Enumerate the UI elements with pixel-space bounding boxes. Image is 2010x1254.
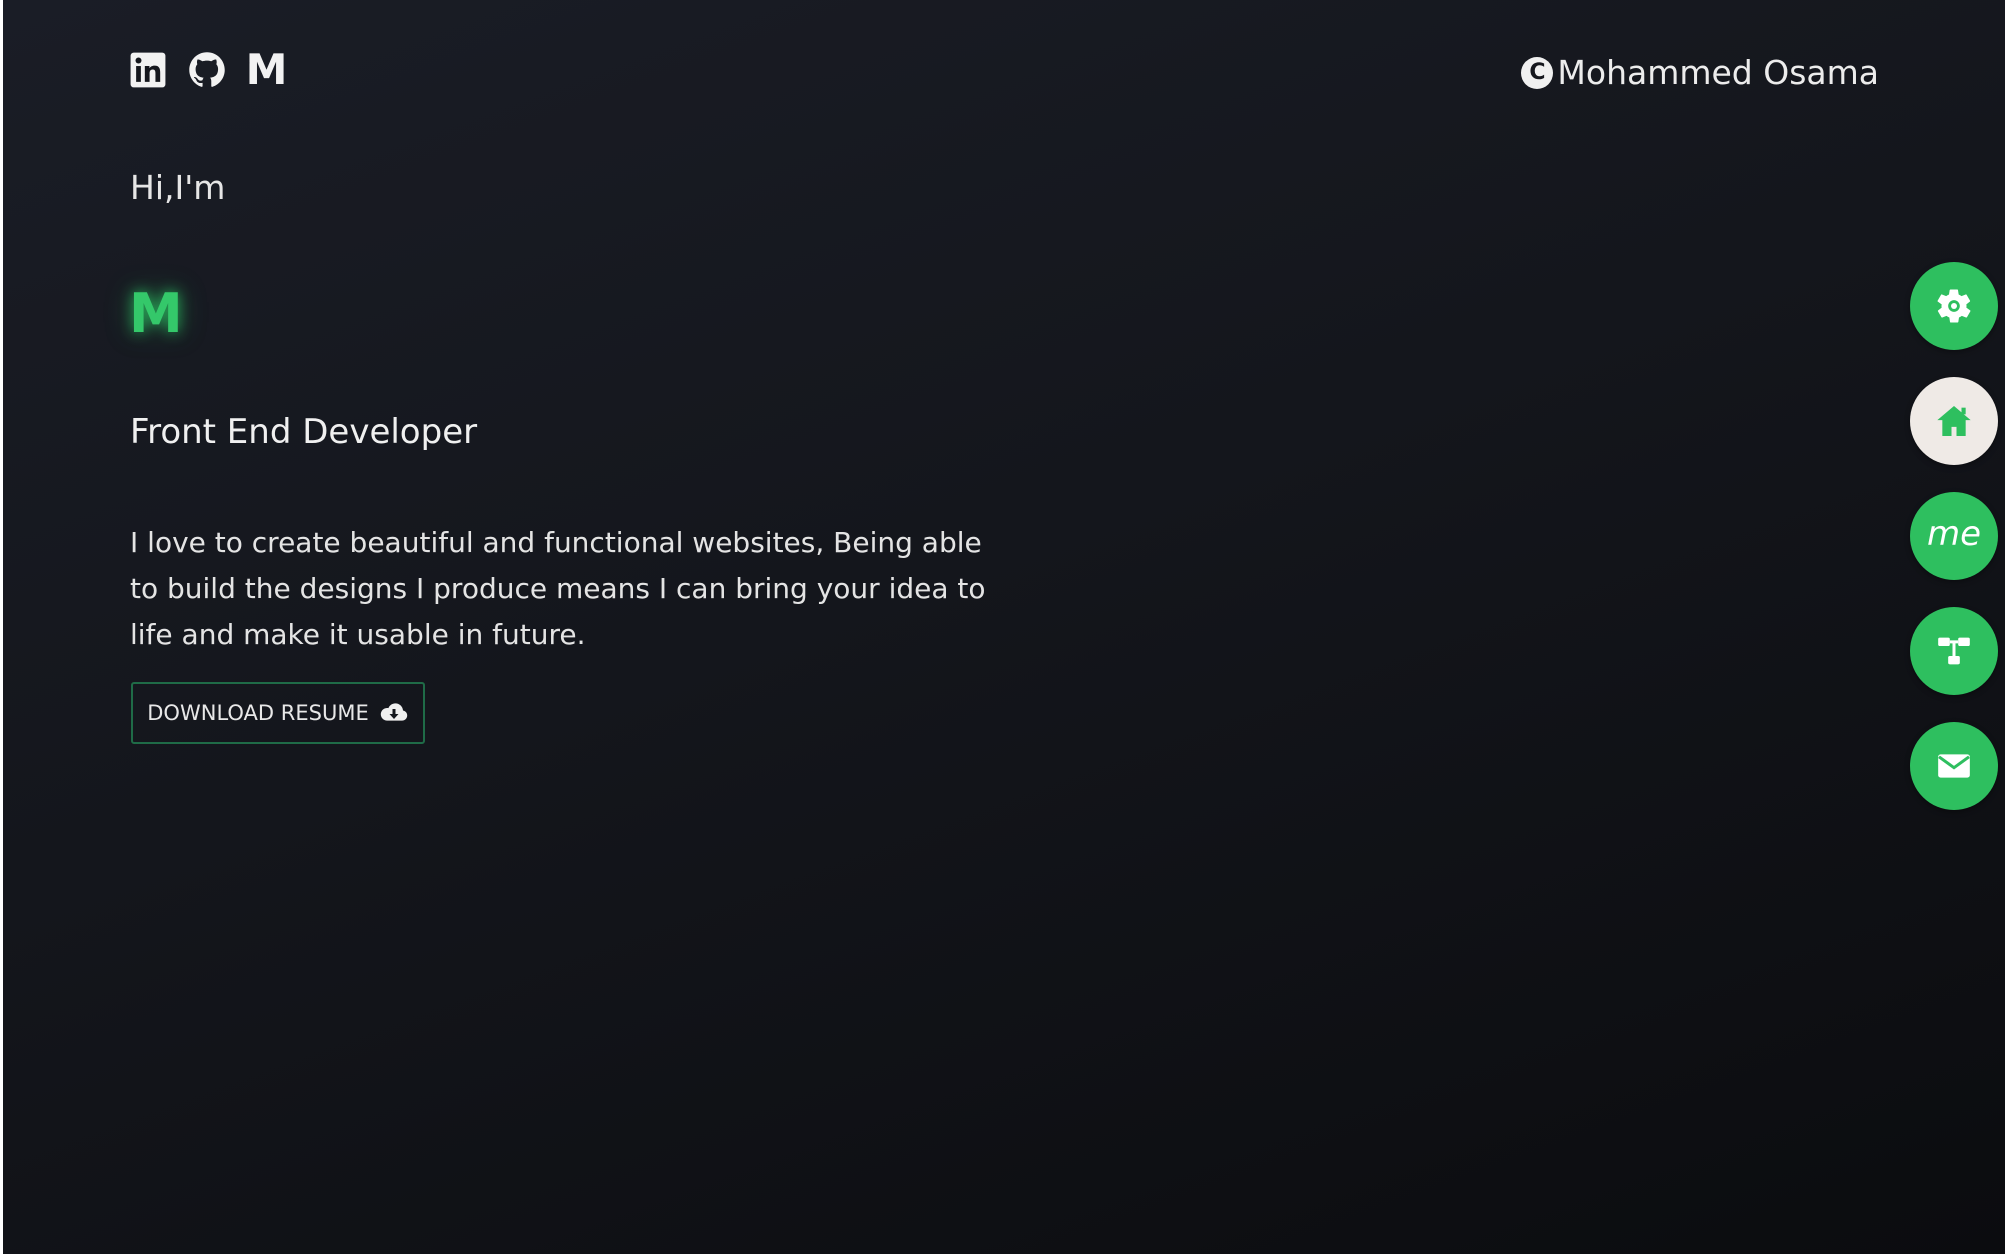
linkedin-icon[interactable]: [128, 50, 168, 90]
portfolio-page: M C Mohammed Osama Hi,I'm M Front End De…: [3, 0, 2005, 1254]
social-links: M: [128, 45, 288, 94]
me-icon: me: [1926, 514, 1982, 554]
screenshot-viewport: M C Mohammed Osama Hi,I'm M Front End De…: [0, 0, 2010, 1254]
logo-letter: M: [129, 282, 183, 345]
copyright-icon: C: [1521, 56, 1554, 89]
hero-bio: I love to create beautiful and functiona…: [130, 526, 986, 651]
projects-nav-button[interactable]: [1910, 607, 1998, 695]
settings-nav-button[interactable]: [1910, 262, 1998, 350]
contact-nav-button[interactable]: [1910, 722, 1998, 810]
download-resume-button[interactable]: DOWNLOAD RESUME: [131, 682, 425, 744]
home-icon: [1937, 406, 1971, 436]
site-brand[interactable]: C Mohammed Osama: [1521, 53, 1879, 92]
github-icon[interactable]: [187, 50, 227, 90]
home-nav-button[interactable]: [1910, 377, 1998, 465]
brand-name: Mohammed Osama: [1557, 53, 1879, 92]
side-navigation: me: [1910, 262, 1998, 810]
hero-role: Front End Developer: [130, 412, 478, 452]
cloud-download-icon: [380, 703, 407, 721]
download-resume-label: DOWNLOAD RESUME: [147, 701, 369, 725]
medium-icon[interactable]: M: [245, 45, 288, 94]
projects-icon: [1938, 637, 1970, 665]
medium-glyph: M: [245, 45, 288, 94]
hero-greeting: Hi,I'm: [130, 168, 226, 207]
mail-icon: [1938, 754, 1970, 778]
about-me-nav-button[interactable]: me: [1910, 492, 1998, 580]
gear-icon: [1937, 289, 1971, 323]
